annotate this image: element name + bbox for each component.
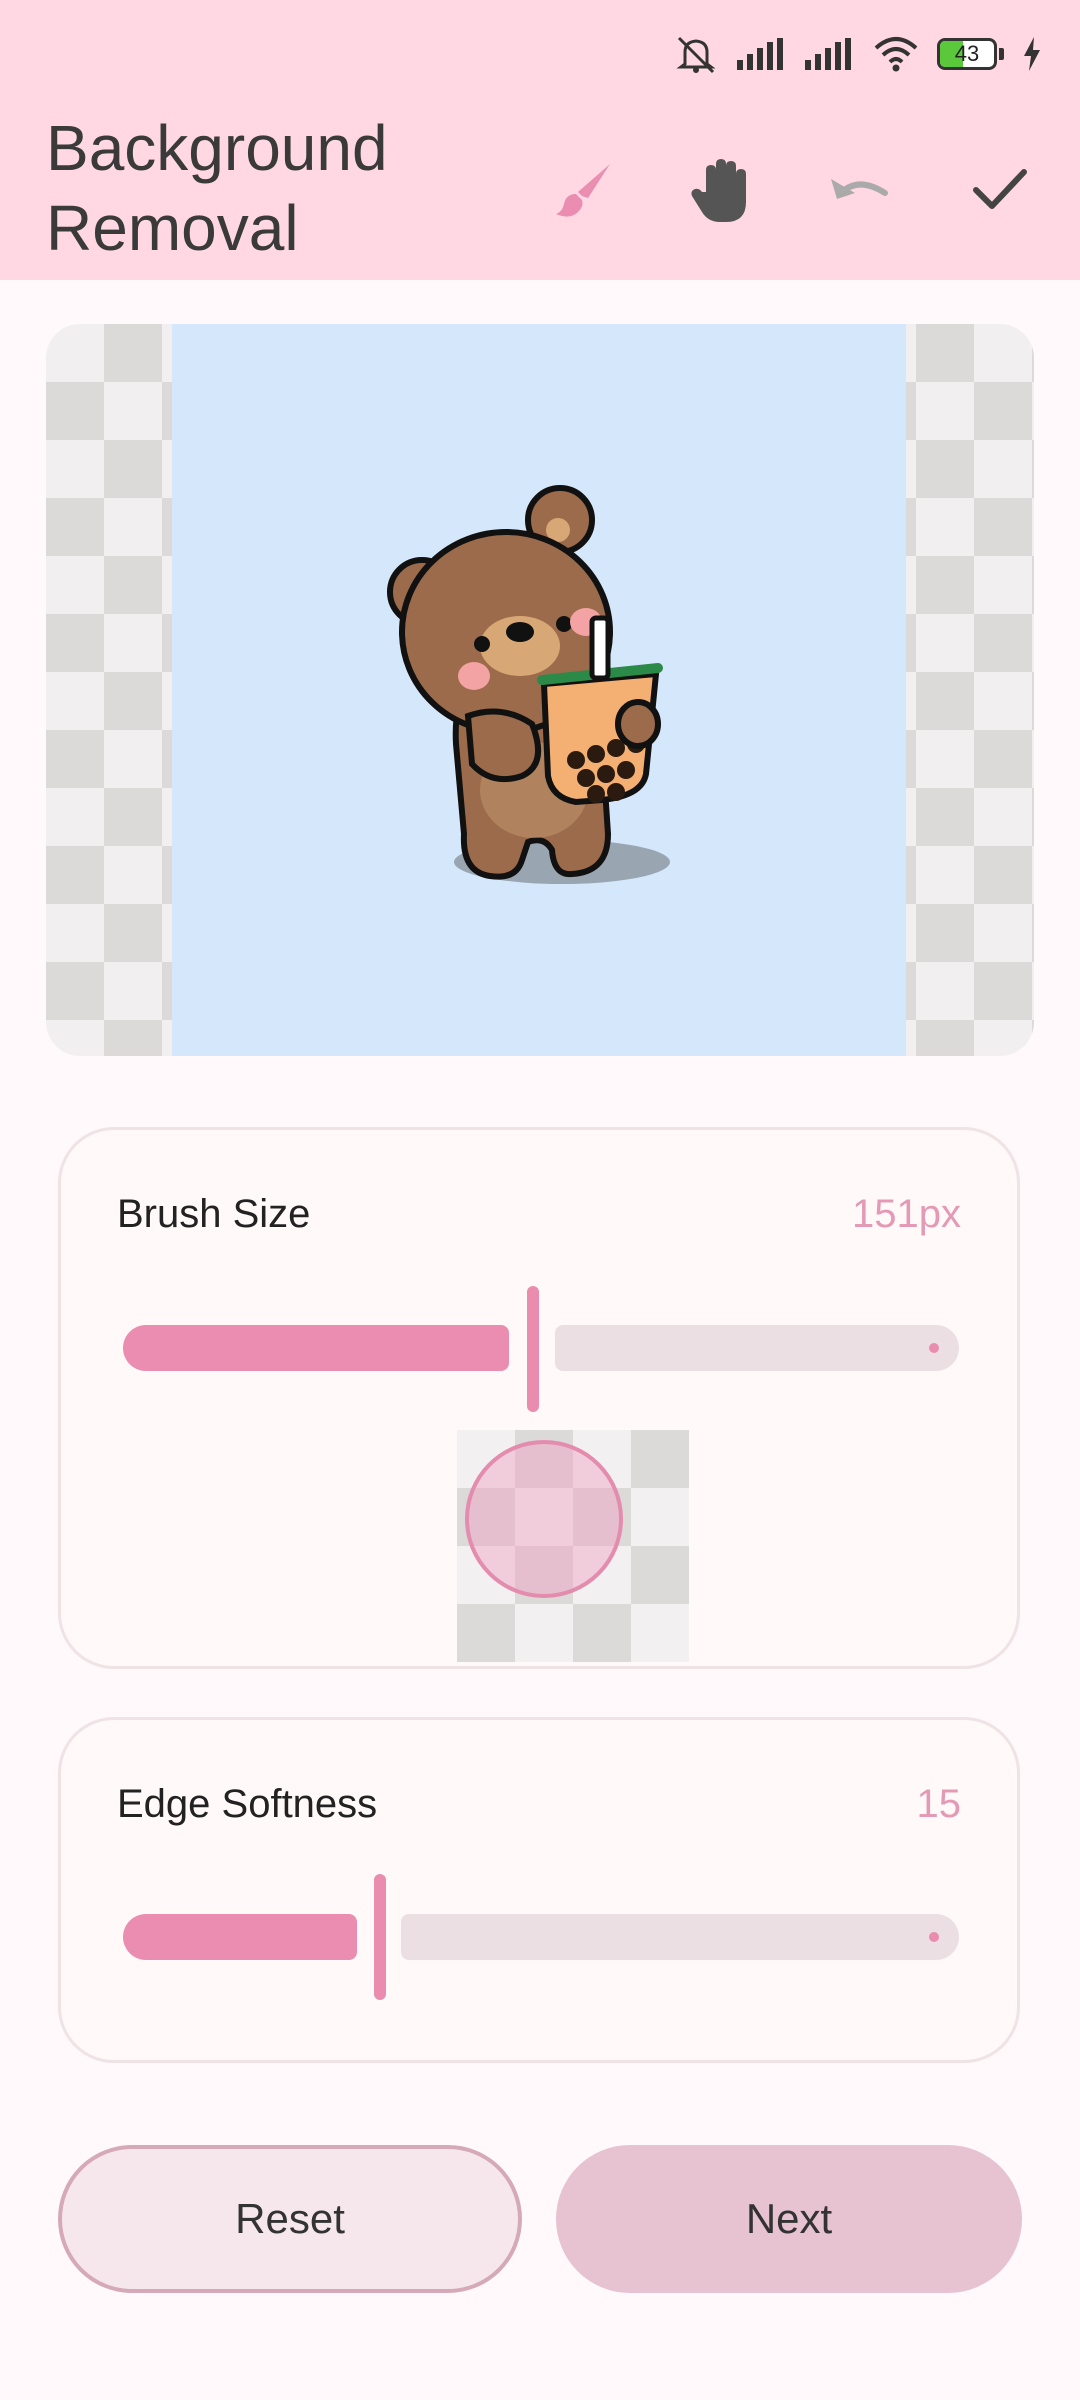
status-bar: 43 xyxy=(673,30,1042,78)
slider-active-track[interactable] xyxy=(123,1325,509,1371)
mute-icon xyxy=(676,36,716,74)
battery-icon: 43 xyxy=(937,38,1004,70)
brush-size-card: Brush Size 151px xyxy=(58,1127,1020,1669)
brush-size-label: Brush Size xyxy=(117,1192,311,1236)
brush-preview xyxy=(457,1430,689,1662)
slider-thumb[interactable] xyxy=(374,1874,386,2000)
wifi-icon xyxy=(874,37,918,72)
edge-softness-label: Edge Softness xyxy=(117,1782,378,1826)
next-button[interactable]: Next xyxy=(556,2145,1022,2293)
brush-size-value: 151px xyxy=(852,1192,961,1236)
image-canvas[interactable] xyxy=(46,324,1034,1056)
top-bar: 43 Background Removal xyxy=(0,0,1080,280)
slider-inactive-track[interactable] xyxy=(555,1325,959,1371)
edge-softness-value: 15 xyxy=(916,1782,962,1826)
slider-thumb[interactable] xyxy=(527,1286,539,1412)
slider-inactive-track[interactable] xyxy=(401,1914,959,1960)
edge-softness-card: Edge Softness 15 xyxy=(58,1717,1020,2063)
check-icon[interactable] xyxy=(960,150,1040,230)
undo-icon[interactable] xyxy=(820,150,900,230)
bear-illustration xyxy=(387,485,670,884)
hand-icon[interactable] xyxy=(682,150,762,230)
page-title: Background Removal xyxy=(46,112,388,264)
slider-end-dot xyxy=(929,1343,939,1353)
brush-circle xyxy=(465,1440,623,1598)
brush-icon[interactable] xyxy=(544,150,624,230)
signal-icon xyxy=(805,38,851,70)
slider-end-dot xyxy=(929,1932,939,1942)
slider-active-track[interactable] xyxy=(123,1914,357,1960)
signal-icon xyxy=(737,38,783,70)
battery-level: 43 xyxy=(954,41,980,66)
source-image xyxy=(172,324,906,1056)
charging-icon xyxy=(1024,37,1040,71)
reset-button[interactable]: Reset xyxy=(58,2145,522,2293)
